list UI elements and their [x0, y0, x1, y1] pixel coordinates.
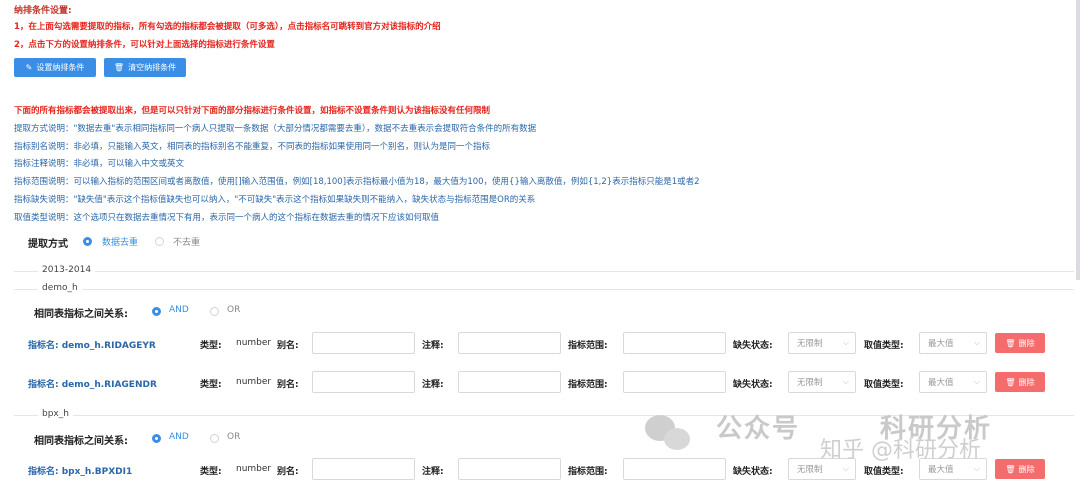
note-extraction: 提取方式说明："数据去重"表示相同指标同一个病人只提取一条数据（大部分情况都需要… — [14, 124, 537, 134]
comment-input[interactable] — [458, 332, 561, 354]
page-title: 纳排条件设置: — [14, 6, 72, 16]
radio-and-bpx-label[interactable]: AND — [169, 432, 189, 442]
alias-input[interactable] — [312, 371, 415, 393]
delete-button[interactable]: 🗑 删除 — [995, 333, 1045, 353]
valuetype-label: 取值类型: — [864, 467, 904, 477]
missing-select-value: 无限制 — [797, 378, 823, 388]
missing-label: 缺失状态: — [733, 341, 773, 351]
trash-icon: 🗑 — [1005, 377, 1016, 387]
alias-input[interactable] — [312, 332, 415, 354]
set-criteria-button[interactable]: ✎ 设置纳排条件 — [14, 58, 96, 77]
delete-button[interactable]: 🗑 删除 — [995, 372, 1045, 392]
type-label: 类型: — [200, 380, 222, 390]
range-input[interactable] — [623, 458, 726, 480]
radio-and-bpx[interactable] — [152, 434, 161, 443]
missing-select-value: 无限制 — [797, 339, 823, 349]
instruction-2: 2，点击下方的设置纳排条件，可以针对上面选择的指标进行条件设置 — [14, 40, 275, 50]
missing-select[interactable]: 无限制 ⌵ — [788, 371, 856, 393]
type-value: number — [236, 464, 272, 474]
missing-select-value: 无限制 — [797, 465, 823, 475]
field-name-bpxdi1[interactable]: 指标名: bpx_h.BPXDI1 — [28, 464, 132, 477]
note-missing: 指标缺失说明："缺失值"表示这个指标值缺失也可以纳入，"不可缺失"表示这个指标如… — [14, 195, 536, 205]
chevron-down-icon: ⌵ — [973, 338, 980, 347]
radio-dedup-label[interactable]: 数据去重 — [102, 235, 138, 248]
trash-icon: 🗑 — [1005, 338, 1016, 348]
note-range: 指标范围说明：可以输入指标的范围区间或者离散值，使用[]输入范围值，例如[18,… — [14, 177, 700, 187]
chevron-down-icon: ⌵ — [842, 338, 849, 347]
type-value: number — [236, 338, 272, 348]
note-comment: 指标注释说明：非必填，可以输入中文或英文 — [14, 159, 185, 169]
edit-icon: ✎ — [25, 63, 33, 72]
valuetype-select[interactable]: 最大值 ⌵ — [919, 332, 987, 354]
valuetype-select-value: 最大值 — [928, 339, 954, 349]
set-criteria-label: 设置纳排条件 — [36, 63, 85, 72]
table-name-bpx: bpx_h — [38, 409, 73, 419]
radio-or-bpx-label[interactable]: OR — [227, 432, 240, 442]
radio-or-bpx[interactable] — [210, 434, 219, 443]
year-divider — [14, 271, 1074, 272]
radio-or-demo-label[interactable]: OR — [227, 305, 240, 315]
chevron-down-icon: ⌵ — [842, 464, 849, 473]
type-label: 类型: — [200, 467, 222, 477]
range-label: 指标范围: — [568, 467, 608, 477]
valuetype-label: 取值类型: — [864, 341, 904, 351]
radio-dedup[interactable] — [83, 237, 92, 246]
field-name-ridageyr[interactable]: 指标名: demo_h.RIDAGEYR — [28, 338, 156, 351]
range-label: 指标范围: — [568, 380, 608, 390]
comment-label: 注释: — [422, 380, 444, 390]
watermark-zhihu: 知乎 @科研分析 — [820, 438, 981, 463]
comment-input[interactable] — [458, 458, 561, 480]
delete-label: 删除 — [1018, 377, 1035, 387]
wechat-logo-icon — [664, 428, 690, 450]
clear-criteria-button[interactable]: 🗑 清空纳排条件 — [104, 58, 186, 77]
clear-criteria-label: 清空纳排条件 — [128, 63, 177, 72]
delete-label: 删除 — [1018, 338, 1035, 348]
note-alias: 指标别名说明：非必填，只能输入英文，相同表的指标别名不能重复，不同表的指标如果使… — [14, 142, 491, 152]
alias-label: 别名: — [277, 467, 299, 477]
delete-button[interactable]: 🗑 删除 — [995, 459, 1045, 479]
comment-label: 注释: — [422, 467, 444, 477]
radio-nodedup-label[interactable]: 不去重 — [173, 235, 200, 248]
alias-label: 别名: — [277, 341, 299, 351]
extraction-label: 提取方式 — [28, 239, 68, 250]
range-label: 指标范围: — [568, 341, 608, 351]
watermark-wechat: 公众号 — [716, 414, 801, 444]
valuetype-select[interactable]: 最大值 ⌵ — [919, 371, 987, 393]
missing-label: 缺失状态: — [733, 467, 773, 477]
year-group-label: 2013-2014 — [38, 265, 96, 275]
table-divider-demo — [14, 289, 1074, 290]
delete-label: 删除 — [1018, 464, 1035, 474]
range-input[interactable] — [623, 332, 726, 354]
missing-select[interactable]: 无限制 ⌵ — [788, 332, 856, 354]
comment-label: 注释: — [422, 341, 444, 351]
radio-nodedup[interactable] — [155, 237, 164, 246]
note-valuetype: 取值类型说明：这个选项只在数据去重情况下有用，表示同一个病人的这个指标在数据去重… — [14, 213, 440, 223]
trash-icon: 🗑 — [1005, 464, 1016, 474]
relation-label-bpx: 相同表指标之间关系: — [34, 436, 128, 447]
instruction-1: 1，在上面勾选需要提取的指标，所有勾选的指标都会被提取（可多选），点击指标名可跳… — [14, 22, 441, 32]
radio-and-demo-label[interactable]: AND — [169, 305, 189, 315]
type-label: 类型: — [200, 341, 222, 351]
table-name-demo: demo_h — [38, 283, 82, 293]
trash-icon: 🗑 — [113, 63, 125, 72]
valuetype-select-value: 最大值 — [928, 465, 954, 475]
notes-warning: 下面的所有指标都会被提取出来，但是可以只针对下面的部分指标进行条件设置，如指标不… — [14, 106, 491, 116]
type-value: number — [236, 377, 272, 387]
valuetype-label: 取值类型: — [864, 380, 904, 390]
field-name-riagendr[interactable]: 指标名: demo_h.RIAGENDR — [28, 377, 157, 390]
missing-label: 缺失状态: — [733, 380, 773, 390]
radio-or-demo[interactable] — [210, 307, 219, 316]
valuetype-select-value: 最大值 — [928, 378, 954, 388]
range-input[interactable] — [623, 371, 726, 393]
chevron-down-icon: ⌵ — [842, 377, 849, 386]
chevron-down-icon: ⌵ — [973, 377, 980, 386]
chevron-down-icon: ⌵ — [973, 464, 980, 473]
page-scroll-edge — [1076, 0, 1080, 280]
alias-label: 别名: — [277, 380, 299, 390]
alias-input[interactable] — [312, 458, 415, 480]
radio-and-demo[interactable] — [152, 307, 161, 316]
comment-input[interactable] — [458, 371, 561, 393]
relation-label-demo: 相同表指标之间关系: — [34, 309, 128, 320]
